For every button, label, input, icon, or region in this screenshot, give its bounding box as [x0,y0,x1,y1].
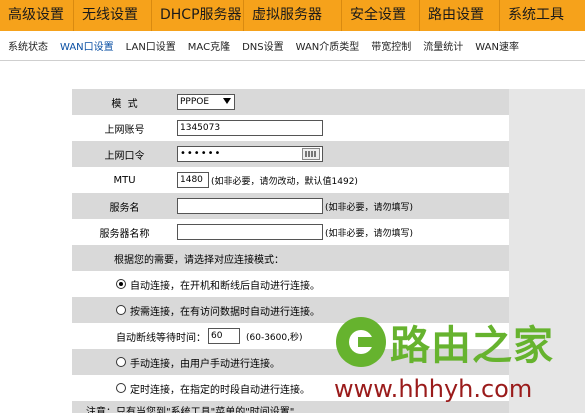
radio-auto[interactable] [116,279,126,289]
chevron-down-icon [223,98,231,104]
connect-mode-prompt: 根据您的需要，请选择对应连接模式： [114,254,284,266]
bottom-note: 注意：只有当您到"系统工具"菜单的"时间设置" [86,407,295,413]
service-name-label: 服务名 [109,202,140,214]
mtu-row: MTU 1480 (如非必要，请勿改动，默认值1492) [72,167,509,193]
server-name-row: 服务器名称 (如非必要，请勿填写) [72,219,509,245]
mode-select[interactable]: PPPOE [177,94,235,110]
sub-nav-item-bandwidth[interactable]: 带宽控制 [363,38,415,53]
mode-label: 模 式 [111,98,138,110]
service-name-row: 服务名 (如非必要，请勿填写) [72,193,509,219]
sub-nav-item-mac-clone[interactable]: MAC克隆 [180,38,234,53]
watermark-brand: 路由之家 [390,323,554,369]
top-nav-item-virtual-server[interactable]: 虚拟服务器 [244,0,342,31]
option-timed[interactable]: 定时连接，在指定的时段自动进行连接。 [72,381,310,396]
brand-logo-icon [336,317,386,367]
top-nav-item-dhcp[interactable]: DHCP服务器 [152,0,244,31]
connect-mode-prompt-row: 根据您的需要，请选择对应连接模式： [72,245,509,271]
top-nav-item-advanced[interactable]: 高级设置 [0,0,74,31]
option-manual-label: 手动连接，由用户手动进行连接。 [130,358,280,370]
watermark-url: www.hhhyh.com [334,375,533,403]
mtu-note: (如非必要，请勿改动，默认值1492) [211,176,358,187]
sub-nav-item-traffic[interactable]: 流量统计 [415,38,467,53]
server-name-label: 服务器名称 [99,228,150,240]
radio-timed[interactable] [116,383,126,393]
keyboard-icon[interactable] [302,148,320,160]
password-row: 上网口令 •••••• [72,141,509,167]
sub-nav-item-wan-rate[interactable]: WAN速率 [467,38,523,53]
option-on-demand-label: 按需连接，在有访问数据时自动进行连接。 [130,306,320,318]
option-on-demand[interactable]: 按需连接，在有访问数据时自动进行连接。 [72,303,320,318]
radio-on-demand[interactable] [116,305,126,315]
option-auto[interactable]: 自动连接，在开机和断线后自动进行连接。 [72,277,320,292]
option-auto-row: 自动连接，在开机和断线后自动进行连接。 [72,271,509,297]
sub-nav-item-wan[interactable]: WAN口设置 [52,38,118,53]
option-auto-label: 自动连接，在开机和断线后自动进行连接。 [130,280,320,292]
idle-time-label: 自动断线等待时间： [116,332,206,344]
top-nav-item-wireless[interactable]: 无线设置 [74,0,152,31]
mtu-input[interactable]: 1480 [177,172,209,188]
sub-nav-item-dns[interactable]: DNS设置 [234,38,288,53]
mode-select-value: PPPOE [180,97,210,107]
option-timed-label: 定时连接，在指定的时段自动进行连接。 [130,384,310,396]
watermark: 路由之家 www.hhhyh.com [330,313,585,413]
account-row: 上网账号 1345073 [72,115,509,141]
server-name-input[interactable] [177,224,323,240]
idle-time-input[interactable]: 60 [208,328,240,344]
server-name-note: (如非必要，请勿填写) [325,228,414,239]
service-name-note: (如非必要，请勿填写) [325,202,414,213]
password-input[interactable]: •••••• [177,146,323,162]
idle-time-note: (60-3600,秒) [246,332,303,343]
option-manual[interactable]: 手动连接，由用户手动进行连接。 [72,355,280,370]
sub-nav-item-wan-media[interactable]: WAN介质类型 [288,38,364,53]
password-label: 上网口令 [104,150,145,162]
top-nav-item-routing[interactable]: 路由设置 [420,0,500,31]
top-nav-item-security[interactable]: 安全设置 [342,0,420,31]
service-name-input[interactable] [177,198,323,214]
mtu-label: MTU [113,174,136,186]
top-nav-item-system-tools[interactable]: 系统工具 [500,0,585,31]
account-label: 上网账号 [104,124,145,136]
sub-nav: 系统状态 WAN口设置 LAN口设置 MAC克隆 DNS设置 WAN介质类型 带… [0,31,585,61]
top-nav: 高级设置 无线设置 DHCP服务器 虚拟服务器 安全设置 路由设置 系统工具 [0,0,585,31]
radio-manual[interactable] [116,357,126,367]
sub-nav-item-status[interactable]: 系统状态 [0,38,52,53]
mode-row: 模 式 PPPOE [72,89,509,115]
sub-nav-item-lan[interactable]: LAN口设置 [118,38,180,53]
account-input[interactable]: 1345073 [177,120,323,136]
password-mask: •••••• [180,148,222,159]
